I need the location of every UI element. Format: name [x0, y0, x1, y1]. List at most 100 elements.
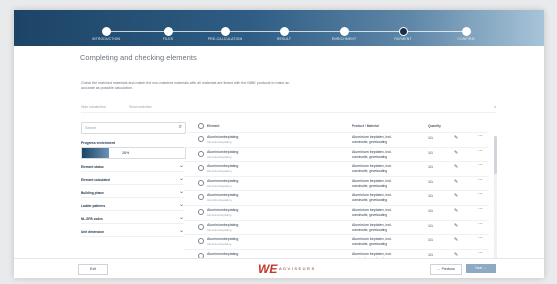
quantity-value: 1/1 — [428, 179, 433, 184]
product-name: Aluminium beplaten, incl. — [352, 193, 392, 198]
more-options-icon[interactable]: ··· — [478, 235, 483, 241]
step-dot[interactable] — [164, 27, 173, 36]
filter-label: Ladder patterns — [81, 204, 106, 208]
more-options-icon[interactable]: ··· — [478, 148, 483, 154]
row-radio[interactable] — [198, 223, 204, 230]
more-options-icon[interactable]: ··· — [478, 162, 483, 168]
product-name: Aluminium beplaten, incl. — [352, 149, 392, 154]
step-dot[interactable] — [340, 27, 349, 36]
row-radio[interactable] — [198, 136, 204, 142]
row-radio[interactable] — [198, 209, 204, 215]
element-name: Aluminiumbeplating — [207, 237, 239, 242]
edit-pencil-icon[interactable]: ✎ — [454, 208, 458, 214]
element-name: Aluminiumbeplating — [207, 164, 239, 169]
quantity-value: 1/1 — [428, 209, 433, 213]
edit-pencil-icon[interactable]: ✎ — [454, 223, 458, 229]
element-name: Aluminiumbeplating — [207, 149, 239, 154]
product-name: Aluminium beplaten, incl. — [352, 251, 392, 256]
quantity-value: 1/1 — [428, 194, 433, 199]
filter-dropdown[interactable]: Building phase ⌄ — [81, 189, 184, 198]
step-dot[interactable] — [221, 27, 230, 36]
row-radio[interactable] — [198, 150, 204, 157]
table-header: Element Product / Material Quantity — [184, 122, 489, 130]
filter-label: Element calculated — [81, 178, 110, 182]
more-options-icon[interactable]: ··· — [478, 250, 483, 256]
table-row[interactable]: AluminiumbeplatingAluminiumbeplating Alum… — [184, 190, 489, 205]
table-row[interactable]: AluminiumbeplatingAluminiumbeplating Alum… — [184, 146, 489, 162]
progress-value: 26% — [122, 151, 130, 155]
edit-pencil-icon[interactable]: ✎ — [454, 252, 458, 258]
edit-pencil-icon[interactable]: ✎ — [454, 179, 458, 185]
filter-label: Element status — [81, 165, 104, 169]
row-radio[interactable] — [198, 179, 204, 186]
filter-dropdown[interactable]: Element status ⌄ — [81, 163, 184, 172]
filter-dropdown[interactable]: Element calculated ⌄ — [81, 176, 184, 185]
table-row[interactable]: AluminiumbeplatingAluminiumbeplating Alum… — [184, 205, 489, 220]
product-name: Aluminium beplaten, incl. — [352, 164, 392, 169]
filter-dropdown[interactable]: Ladder patterns ⌄ — [81, 202, 184, 211]
step-dot[interactable] — [399, 27, 408, 36]
table-row[interactable]: AluminiumbeplatingAluminiumbeplating Alum… — [184, 234, 489, 249]
logo-mark: WE — [258, 262, 278, 276]
more-options-icon[interactable]: ··· — [478, 191, 483, 197]
more-options-icon[interactable]: ··· — [478, 133, 483, 139]
search-input[interactable]: Search ⌕ — [81, 122, 186, 134]
step-label: Pre-calculation — [207, 37, 243, 41]
element-subtitle: Aluminiumbeplating — [207, 169, 232, 174]
page-title: Completing and checking elements — [80, 53, 197, 62]
progress-title: Progress enrichment — [81, 141, 115, 145]
product-name: Aluminium beplaten, incl. — [352, 178, 392, 183]
row-radio[interactable] — [198, 194, 204, 201]
material-name: constructie, gevelcoating — [352, 154, 388, 159]
filter-dropdown[interactable]: Unit dimension ⌄ — [81, 228, 184, 237]
table-row[interactable]: AluminiumbeplatingAluminiumbeplating Alum… — [184, 161, 489, 176]
material-name: constructie, gevelcoating — [352, 242, 388, 247]
product-name: Aluminium beplaten, incl. — [352, 135, 392, 139]
step-label: Enrichment — [331, 37, 357, 41]
edit-pencil-icon[interactable]: ✎ — [454, 193, 458, 199]
select-all-radio[interactable] — [198, 123, 204, 129]
edit-pencil-icon[interactable]: ✎ — [454, 135, 458, 141]
row-radio[interactable] — [198, 165, 204, 172]
column-element: Element — [207, 124, 220, 128]
exit-button[interactable]: Exit — [78, 264, 108, 275]
page-description: Check the matched materials and match th… — [81, 81, 290, 90]
element-subtitle: Aluminiumbeplating — [207, 154, 232, 159]
step-label: Result — [276, 37, 292, 41]
row-radio[interactable] — [198, 238, 204, 245]
expand-icon[interactable]: > — [494, 105, 496, 109]
progress-stepper: Introduction Files Pre-calculation Result En… — [14, 10, 544, 46]
table-row[interactable]: AluminiumbeplatingAluminiumbeplating Alum… — [184, 175, 489, 191]
more-options-icon[interactable]: ··· — [478, 177, 483, 183]
element-subtitle: Aluminiumbeplating — [207, 183, 232, 188]
table-row[interactable]: AluminiumbeplatingAluminiumbeplating Alum… — [184, 132, 489, 147]
column-product: Product / Material — [352, 124, 379, 128]
show-matched-toggle[interactable]: Show matched — [129, 105, 151, 109]
product-name: Aluminium beplaten, incl. — [352, 222, 392, 227]
edit-pencil-icon[interactable]: ✎ — [454, 150, 458, 156]
quantity-value: 1/1 — [428, 238, 433, 243]
table-row[interactable]: AluminiumbeplatingAluminiumbeplating Alum… — [184, 219, 489, 235]
logo-text: ADVISEURS — [279, 266, 316, 271]
edit-pencil-icon[interactable]: ✎ — [454, 164, 458, 170]
more-options-icon[interactable]: ··· — [478, 206, 483, 212]
next-button[interactable]: Next → — [466, 264, 496, 273]
previous-label: Previous — [441, 267, 455, 271]
we-adviseurs-logo: WE ADVISEURS — [258, 262, 324, 276]
element-subtitle: Aluminiumbeplating — [207, 198, 232, 203]
step-label: Files — [162, 37, 174, 41]
edit-pencil-icon[interactable]: ✎ — [454, 237, 458, 243]
search-icon[interactable]: ⌕ — [179, 124, 182, 131]
element-name: Aluminiumbeplating — [207, 251, 239, 256]
previous-button[interactable]: ← Previous — [430, 264, 462, 275]
more-options-icon[interactable]: ··· — [478, 221, 483, 227]
filter-dropdown[interactable]: NL-SFB codes ⌄ — [81, 215, 184, 224]
step-dot[interactable] — [102, 27, 111, 36]
step-dot[interactable] — [462, 27, 471, 36]
scrollbar-thumb[interactable] — [494, 136, 497, 174]
product-name: Aluminium beplaten, incl. — [352, 237, 392, 242]
hide-unmatched-toggle[interactable]: Hide unmatched — [81, 105, 106, 109]
step-dot[interactable] — [280, 27, 289, 36]
table-scrollbar[interactable] — [494, 136, 497, 260]
material-name: constructie, gevelcoating — [352, 198, 388, 203]
